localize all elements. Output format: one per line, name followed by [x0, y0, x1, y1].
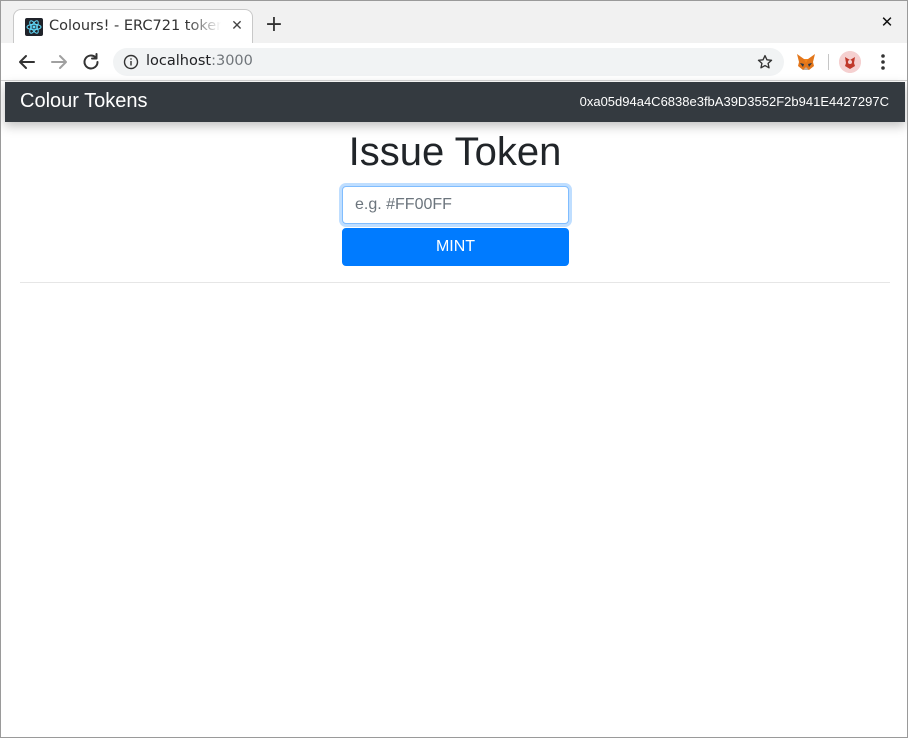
url-host: localhost [146, 53, 212, 69]
tab-strip: Colours! - ERC721 token ✕ + ✕ [1, 1, 907, 44]
address-bar[interactable]: localhost:3000 [113, 48, 784, 76]
back-arrow-icon[interactable] [15, 50, 39, 74]
account-address: 0xa05d94a4C6838e3fbA39D3552F2b941E442729… [579, 94, 889, 109]
tab-title: Colours! - ERC721 token [49, 18, 221, 34]
page-title: Issue Token [348, 130, 562, 174]
browser-window: Colours! - ERC721 token ✕ + ✕ localhost:… [0, 0, 908, 738]
browser-toolbar: localhost:3000 [1, 43, 907, 81]
colour-input[interactable] [342, 186, 569, 224]
divider [20, 282, 890, 283]
tab-close-icon[interactable]: ✕ [229, 17, 245, 35]
bookmark-star-icon[interactable] [756, 53, 774, 71]
mint-button[interactable]: MINT [342, 228, 569, 266]
app-navbar: Colour Tokens 0xa05d94a4C6838e3fbA39D355… [5, 82, 905, 122]
url-text[interactable]: localhost:3000 [146, 53, 253, 69]
page-content: Colour Tokens 0xa05d94a4C6838e3fbA39D355… [1, 82, 907, 737]
extensions-separator [828, 54, 829, 70]
brand-link[interactable]: Colour Tokens [20, 90, 147, 113]
info-icon[interactable] [123, 54, 139, 70]
react-icon [25, 18, 43, 36]
reload-icon[interactable] [79, 50, 103, 74]
new-tab-icon[interactable]: + [263, 14, 285, 36]
url-port: :3000 [211, 53, 253, 69]
kebab-menu-icon[interactable] [874, 52, 892, 72]
profile-avatar-icon[interactable] [839, 51, 861, 73]
forward-arrow-icon[interactable] [47, 50, 71, 74]
metamask-fox-icon[interactable] [796, 52, 816, 72]
window-close-icon[interactable]: ✕ [877, 12, 897, 32]
tab-active[interactable]: Colours! - ERC721 token ✕ [13, 9, 253, 44]
